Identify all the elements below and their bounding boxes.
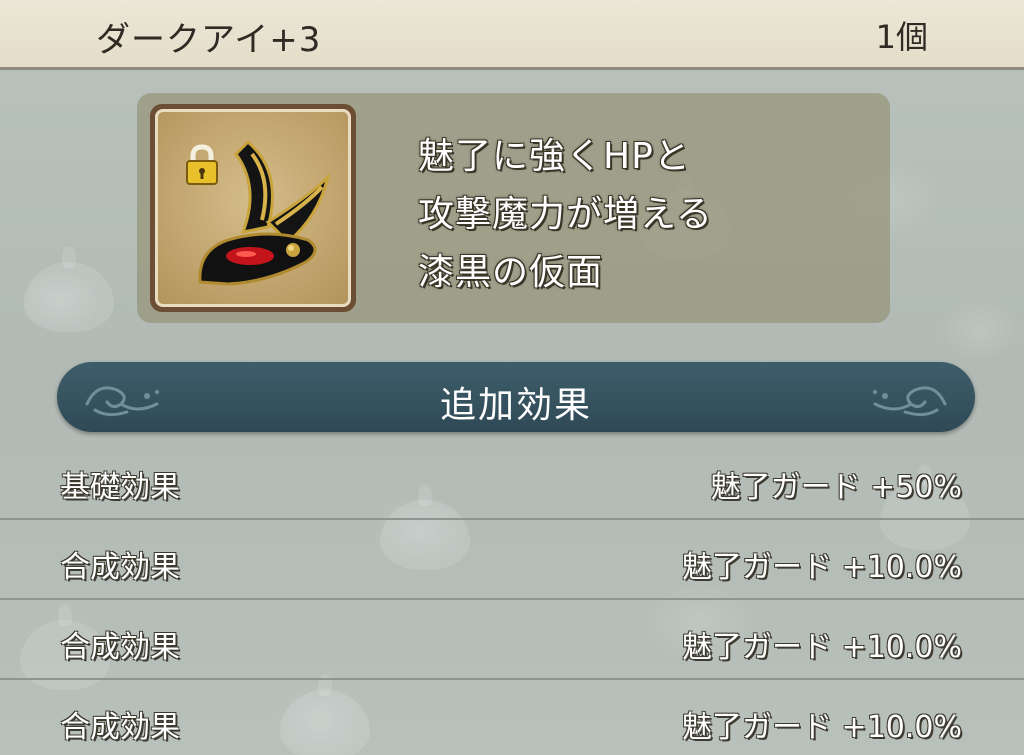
effect-label: 合成効果 — [60, 550, 180, 585]
effect-label: 基礎効果 — [60, 470, 180, 505]
flourish-ornament-icon — [873, 386, 947, 417]
item-count: 1個 — [875, 18, 928, 56]
effect-value: 魅了ガード +10.0% — [682, 550, 962, 585]
section-title: 追加効果 — [439, 385, 592, 426]
effect-value: 魅了ガード +10.0% — [682, 710, 962, 745]
description-line: 魅了に強くHPと — [418, 136, 691, 177]
effect-value: 魅了ガード +10.0% — [682, 630, 962, 665]
effect-row: 合成効果 魅了ガード +10.0% — [0, 600, 1024, 680]
description-line: 漆黒の仮面 — [418, 252, 604, 293]
item-header: ダークアイ+3 1個 — [0, 0, 1024, 70]
additional-effects-header: 追加効果 — [57, 362, 975, 432]
item-icon-frame[interactable] — [150, 104, 356, 312]
effect-row: 合成効果 魅了ガード +10.0% — [0, 520, 1024, 600]
slime-watermark — [24, 246, 114, 332]
effect-label: 合成効果 — [60, 630, 180, 665]
effect-label: 合成効果 — [60, 710, 180, 745]
description-line: 攻撃魔力が増える — [418, 194, 713, 235]
item-icon-background — [155, 109, 351, 307]
lock-icon — [186, 144, 218, 185]
effect-row: 合成効果 魅了ガード +10.0% — [0, 680, 1024, 755]
effect-row: 基礎効果 魅了ガード +50% — [0, 440, 1024, 520]
effect-value: 魅了ガード +50% — [710, 470, 962, 505]
item-name: ダークアイ+3 — [96, 20, 322, 60]
item-description: 魅了に強くHPと 攻撃魔力が増える 漆黒の仮面 — [418, 128, 713, 302]
